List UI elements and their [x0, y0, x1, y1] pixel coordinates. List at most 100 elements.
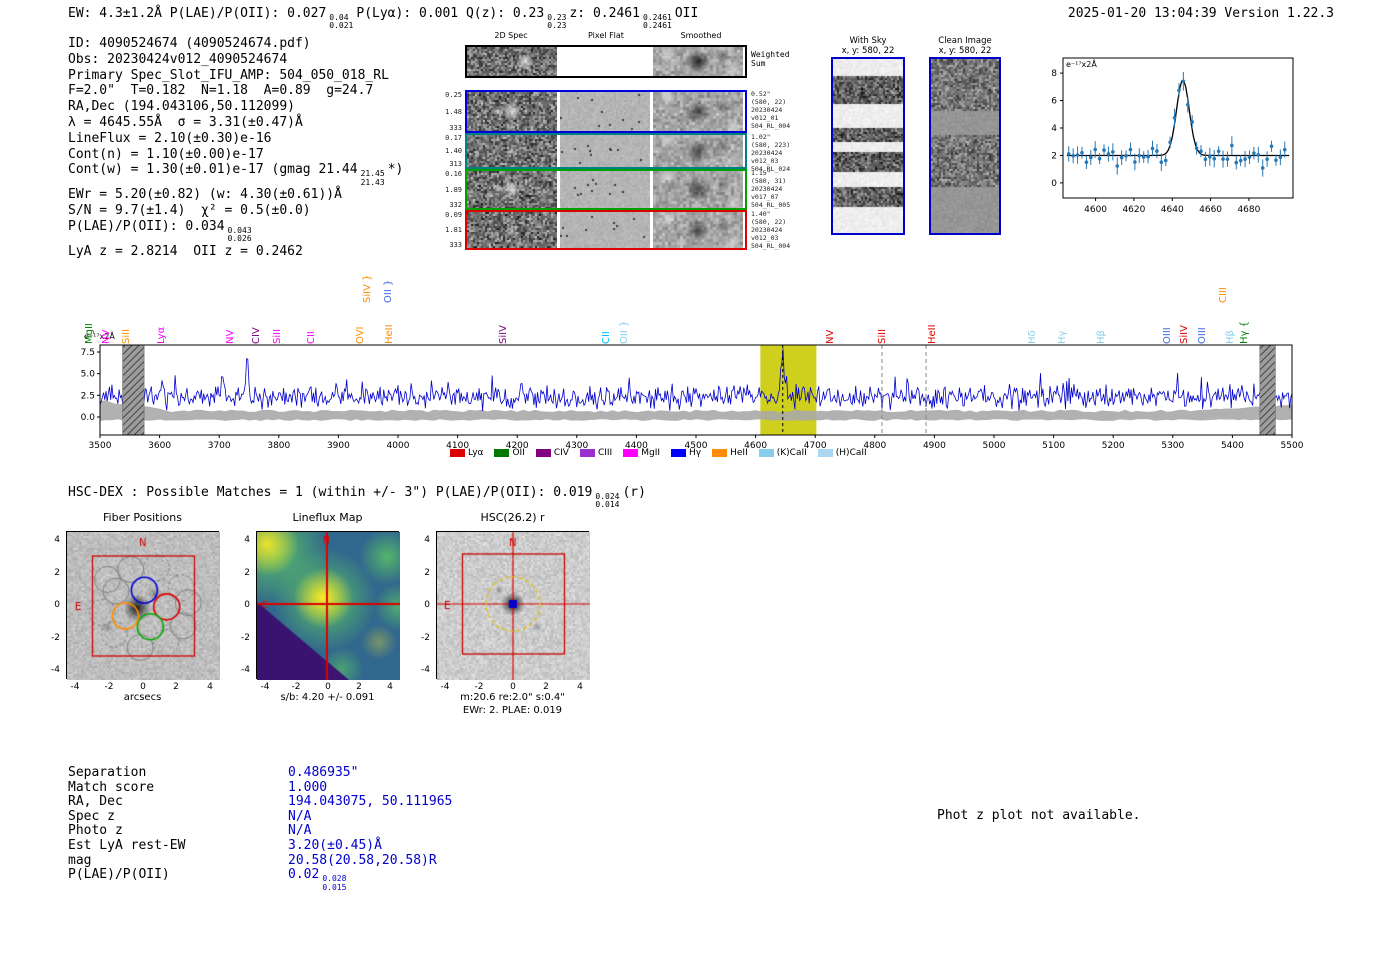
fiber-positions-panel: [66, 531, 220, 680]
z-lower: 0.2461: [642, 21, 672, 31]
spectral-line-label: SiIV: [1179, 325, 1190, 344]
x-tick-label: 5100: [1042, 441, 1065, 451]
data-point: [1141, 155, 1146, 159]
uncertainty-fraction: 0.028 0.015: [322, 874, 347, 892]
data-point: [1115, 164, 1120, 168]
y-tick-label: 2: [54, 568, 60, 578]
fiber-annotation-line: 1.40": [751, 210, 771, 218]
spectral-line-label: NV: [825, 329, 836, 344]
spectral-line-label: Hβ: [1096, 330, 1107, 344]
data-point: [1247, 155, 1252, 159]
legend-label: Hγ: [689, 448, 702, 458]
data-point: [1133, 160, 1137, 164]
y-tick-label: 0: [54, 600, 60, 610]
data-point: [1216, 149, 1221, 154]
x-tick-label: 3500: [89, 441, 112, 451]
cutout-row-annotation: 1.15" (580, 31) 20230424 v017_07 504_RL_005: [751, 169, 815, 209]
pixel-flat-image: [560, 47, 650, 76]
2d-spec-image: [467, 92, 557, 131]
data-point: [1119, 155, 1124, 160]
spectral-line-label: SiIV }: [362, 274, 373, 303]
z-summary: z: 0.2461: [569, 6, 640, 21]
info-line: Cont(w) = 1.30(±0.01)e-17 (gmag 21.44 21.…: [68, 162, 404, 187]
spectral-line-label: OIII: [1162, 327, 1173, 344]
pixel-flat-image: [560, 92, 650, 131]
data-point: [1172, 115, 1177, 120]
x-tick-label: 5400: [1221, 441, 1244, 451]
data-point: [1265, 157, 1269, 161]
y-tick-label: 6: [1051, 97, 1057, 107]
y-tick-label: 2: [1051, 151, 1057, 161]
data-point: [1225, 157, 1230, 161]
spectral-line-label: SiIV: [498, 325, 509, 344]
data-point: [1088, 155, 1093, 160]
spectral-line-label: OII }: [619, 320, 630, 344]
legend-label: HeII: [730, 448, 748, 458]
y-tick-label: 0: [1051, 179, 1057, 189]
x-tick-label: 4680: [1237, 205, 1260, 215]
legend-swatch: [817, 449, 833, 457]
legend-swatch: [758, 449, 774, 457]
x-tick-label: 4: [387, 682, 393, 692]
data-point: [1238, 158, 1243, 163]
x-tick-label: 4640: [1161, 205, 1184, 215]
spectral-line-label: Hβ: [1225, 330, 1236, 344]
qz-lower: 0.23: [547, 21, 567, 31]
info-line: EWr = 5.20(±0.82) (w: 4.30(±0.61))Å: [68, 187, 342, 203]
plae-uncertainty-fraction: 0.04 0.021: [329, 13, 353, 31]
match-field-label: Photo z: [68, 823, 123, 839]
legend-swatch: [579, 449, 595, 457]
fiber-weight-value: 0.16: [445, 170, 462, 178]
y-tick-label: 0: [424, 600, 430, 610]
hsc-match-band: (r): [622, 485, 646, 500]
fiber-weight-value: 0.25: [445, 91, 462, 99]
data-point: [1230, 143, 1234, 148]
x-tick-label: -2: [291, 682, 301, 692]
match-field-value: 0.486935": [288, 765, 359, 780]
data-point: [1168, 140, 1172, 145]
info-line: ID: 4090524674 (4090524674.pdf): [68, 36, 311, 51]
match-table-row: RA, Dec 194.043075, 50.111965: [68, 794, 452, 810]
data-point: [1111, 150, 1115, 154]
pixel-flat-image: [560, 171, 650, 208]
cutout-column-header: Pixel Flat: [588, 31, 624, 40]
y-tick-label: 7.5: [81, 348, 95, 358]
emission-highlight-band: [760, 345, 817, 435]
gaussian-fit-curve: [1066, 79, 1290, 157]
data-point: [1159, 160, 1164, 164]
pixel-flat-image: [560, 135, 650, 167]
hsc-image-title: HSC(26.2) r: [480, 511, 545, 524]
fiber-annotation-line: 504_RL_004: [751, 242, 791, 250]
hsc-cutout-image: [437, 532, 590, 680]
hsc-image-panel: [436, 531, 590, 680]
line-identification: OII: [674, 6, 699, 21]
clean-image-panel: [929, 57, 1001, 235]
spectrum-line: [99, 348, 1293, 412]
fiber-annotation-line: 504_RL_004: [751, 122, 791, 130]
smoothed-image: [653, 47, 743, 76]
x-tick-label: 2: [173, 682, 179, 692]
hsc-match-header: HSC-DEX : Possible Matches = 1 (within +…: [68, 485, 646, 510]
match-field-value: N/A: [288, 808, 312, 824]
y-tick-label: 8: [1051, 69, 1057, 79]
legend-item: Lyα: [450, 448, 483, 458]
data-point: [1071, 153, 1075, 158]
y-tick-label: -2: [241, 633, 250, 643]
fiber-weight-value: 1.81: [445, 226, 462, 234]
y-tick-label: -2: [421, 633, 430, 643]
x-tick-label: 3900: [327, 441, 350, 451]
legend-swatch: [450, 449, 465, 457]
with-sky-title: With Sky: [849, 36, 887, 46]
fiber-annotation-line: v017_07: [751, 193, 779, 201]
match-table-row: Spec z N/A: [68, 808, 452, 825]
cutout-row-annotation: 1.40" (580, 22) 20230424 v012_03 504_RL_004: [751, 210, 815, 250]
x-tick-label: 0: [325, 682, 331, 692]
data-point: [1093, 147, 1097, 152]
data-point: [1190, 120, 1194, 124]
info-line: F=2.0" T=0.182 N=1.18 A=0.89 g=24.7: [68, 83, 374, 99]
with-sky-panel: [831, 57, 905, 235]
legend-item: CIV: [535, 448, 569, 458]
legend-label: MgII: [641, 448, 661, 458]
y-tick-label: 2: [424, 568, 430, 578]
line-fit-zoom-plot: 0 2 4 6 8 4600 4620 4640 4660 4680 e⁻¹⁷x2Å: [1051, 57, 1294, 215]
